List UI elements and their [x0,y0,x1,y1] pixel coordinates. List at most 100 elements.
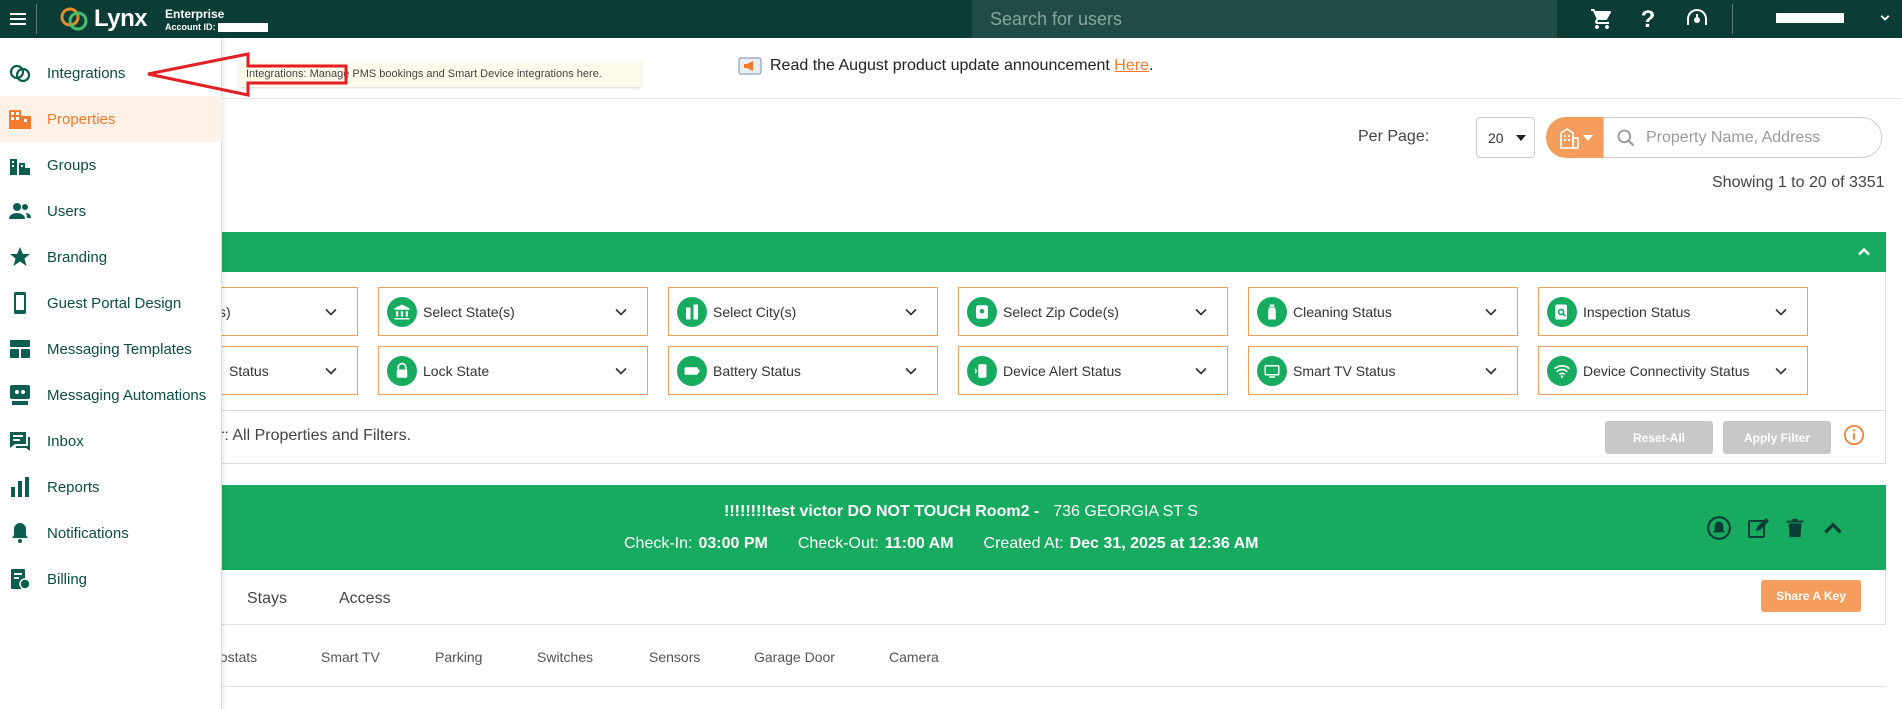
created-label: Created At: [983,535,1064,552]
checkin-value: 03:00 PM [698,535,768,552]
menu-icon[interactable] [0,0,36,38]
filter-label: Smart TV Status [1293,362,1396,379]
share-a-key-button[interactable]: Share A Key [1761,580,1861,612]
filter-inspection[interactable]: Inspection Status [1538,287,1808,336]
sidebar-item-label: Messaging Templates [47,340,192,358]
filter-device-alert[interactable]: Device Alert Status [958,346,1228,395]
announcement-banner: Read the August product update announcem… [738,56,1153,76]
filter-zip[interactable]: Select Zip Code(s) [958,287,1228,336]
filter-battery[interactable]: Battery Status [668,346,938,395]
lock-icon [387,355,417,386]
chevron-down-icon [1485,308,1497,316]
filter-header[interactable] [160,232,1886,272]
bank-icon [387,296,417,327]
city-icon [677,296,707,327]
filter-lock-state[interactable]: Lock State [378,346,648,395]
chevron-up-icon[interactable] [1820,515,1846,541]
chevron-down-icon [1775,308,1787,316]
sidebar-item-users[interactable]: Users [0,188,222,234]
reset-all-button[interactable]: Reset-All [1605,421,1713,454]
chevron-up-icon[interactable] [1854,242,1874,262]
sidebar-item-notifications[interactable]: Notifications [0,510,222,556]
template-icon [8,337,32,361]
clipboard-search-icon [1547,296,1577,327]
sidebar-item-inbox[interactable]: Inbox [0,418,222,464]
filter-label: Select State(s) [423,303,515,320]
account-info: Enterprise Account ID: [165,7,268,33]
chevron-down-icon [325,367,337,375]
subtab-garage-door[interactable]: Garage Door [754,649,835,665]
lynx-logo-icon [60,7,88,31]
apply-filter-button[interactable]: Apply Filter [1723,421,1831,454]
help-icon[interactable]: ? [1634,5,1662,33]
sidebar-item-branding[interactable]: Branding [0,234,222,280]
integrations-icon [8,61,32,85]
filter-city[interactable]: Select City(s) [668,287,938,336]
per-page-select[interactable]: 20 [1476,117,1535,158]
subtab-switches[interactable]: Switches [537,649,593,665]
reports-icon [8,475,32,499]
info-icon[interactable] [1843,424,1865,446]
filter-label: Cleaning Status [1293,303,1392,320]
filter-label: Select City(s) [713,303,797,320]
top-bar: Lynx Enterprise Account ID: ? [0,0,1902,38]
tab-stays[interactable]: Stays [247,590,287,608]
device-alert-icon [967,355,997,386]
alarm-bell-icon[interactable] [1706,515,1732,541]
user-search-input[interactable] [972,0,1557,38]
sidebar-item-label: Messaging Automations [47,386,207,404]
filter-state[interactable]: Select State(s) [378,287,648,336]
checkout-label: Check-Out: [797,535,879,552]
inbox-icon [8,429,32,453]
subtab-parking[interactable]: Parking [435,649,482,665]
divider [1732,4,1733,34]
chevron-down-icon [1485,367,1497,375]
property-address: 736 GEORGIA ST S [1053,503,1198,520]
sidebar-item-guest-portal-design[interactable]: Guest Portal Design [0,280,222,326]
property-search-input[interactable] [1646,128,1866,147]
per-page-value: 20 [1488,129,1504,146]
sidebar-item-reports[interactable]: Reports [0,464,222,510]
sidebar: Integrations Properties Groups Users Bra… [0,38,222,709]
filter-cleaning[interactable]: Cleaning Status [1248,287,1518,336]
subtab-sensors[interactable]: Sensors [649,649,700,665]
chevron-down-icon [905,308,917,316]
edit-icon[interactable] [1746,516,1770,540]
subtab-camera[interactable]: Camera [889,649,939,665]
sidebar-item-groups[interactable]: Groups [0,142,222,188]
star-icon [8,245,32,269]
cart-icon[interactable] [1588,5,1616,33]
announcement-link[interactable]: Here [1114,57,1149,74]
filter-label: Select Zip Code(s) [1003,303,1119,320]
phone-icon [8,291,32,315]
redacted-user-name[interactable] [1776,13,1844,23]
properties-icon [8,107,32,131]
arrow-annotation-icon [147,52,348,97]
user-search [972,0,1557,38]
trash-icon[interactable] [1784,516,1806,540]
filter-smart-tv[interactable]: Smart TV Status [1248,346,1518,395]
chevron-down-icon[interactable] [1876,9,1894,27]
sidebar-item-label: Users [47,202,87,220]
filter-label: Device Alert Status [1003,362,1122,379]
subtab-smart-tv[interactable]: Smart TV [321,649,380,665]
chevron-down-icon [615,367,627,375]
sidebar-item-billing[interactable]: Billing [0,556,222,602]
svg-text:?: ? [1641,7,1656,31]
sidebar-item-messaging-automations[interactable]: Messaging Automations [0,372,222,418]
property-search [1603,117,1882,158]
sidebar-item-label: Reports [47,478,100,496]
sidebar-item-messaging-templates[interactable]: Messaging Templates [0,326,222,372]
billing-icon [8,567,32,591]
sidebar-item-properties[interactable]: Properties [0,96,222,142]
lynx-logo[interactable]: Lynx [58,5,148,33]
chevron-down-icon [615,308,627,316]
filter-connectivity[interactable]: Device Connectivity Status [1538,346,1808,395]
support-icon[interactable] [1683,5,1711,33]
sidebar-item-label: Branding [47,248,108,266]
tab-access[interactable]: Access [339,590,391,608]
search-icon [1617,129,1635,146]
property-actions [1706,515,1846,541]
property-type-button[interactable] [1546,117,1606,158]
divider [222,98,1902,99]
